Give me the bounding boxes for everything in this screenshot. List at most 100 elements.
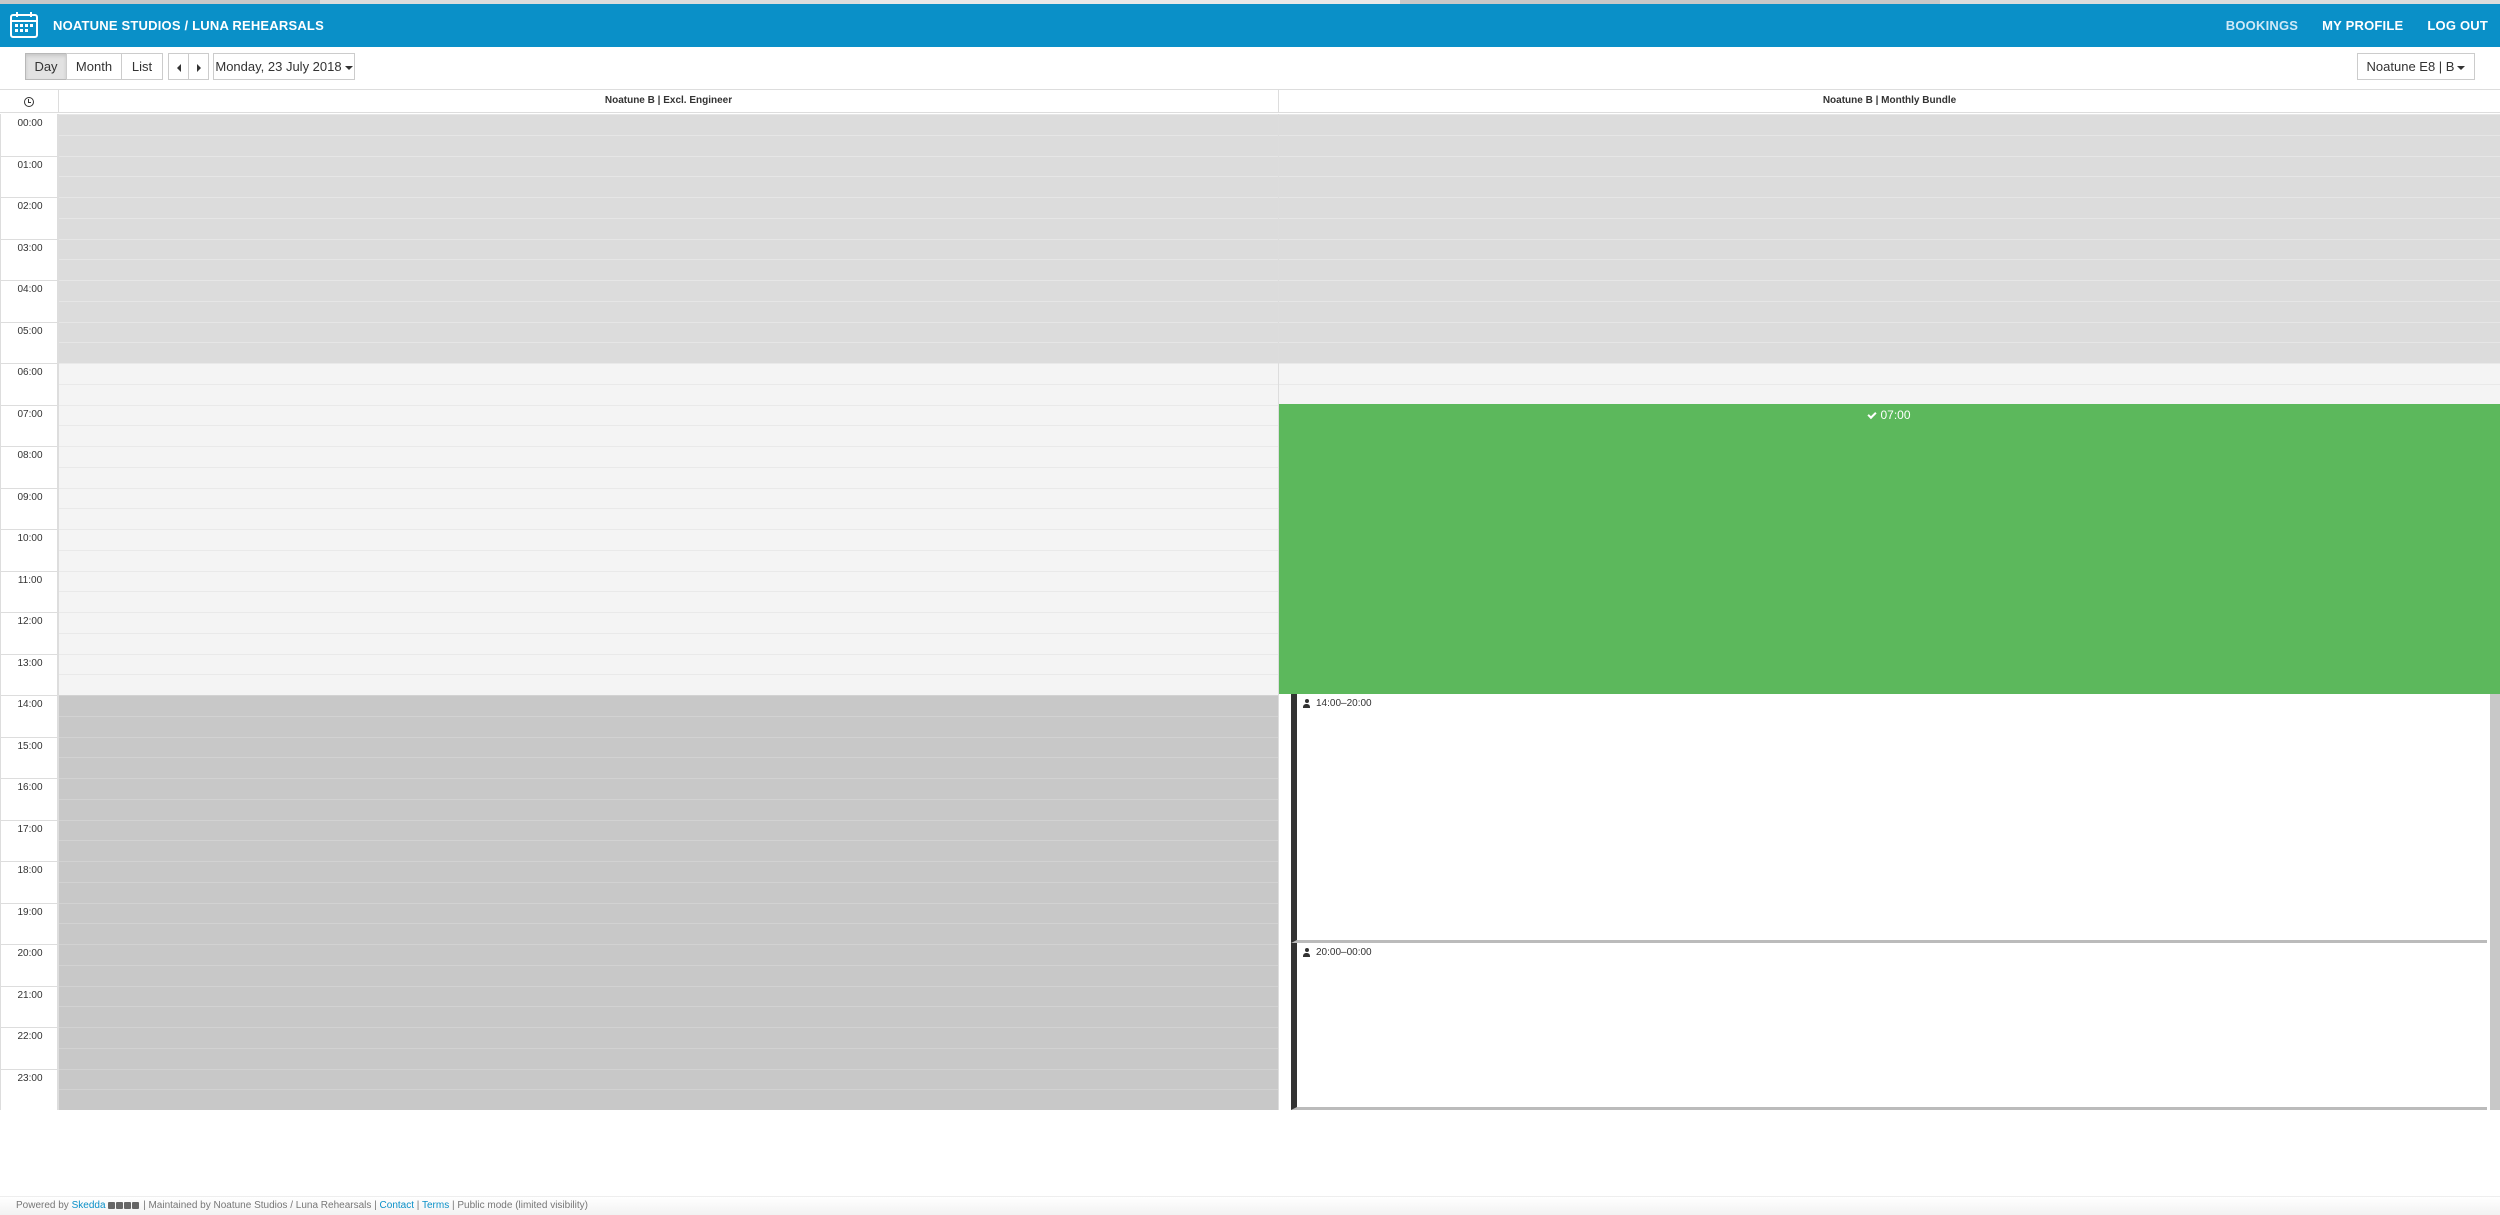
slot-divider <box>59 466 1278 468</box>
linkedin-icon[interactable] <box>132 1201 140 1209</box>
slot-divider <box>1279 383 2500 385</box>
slot-divider <box>59 570 1278 572</box>
open-hours-band <box>1279 363 2500 405</box>
chevron-down-icon <box>344 65 353 70</box>
column-header-monthly-bundle: Noatune B | Monthly Bundle <box>1278 90 2500 113</box>
checkmark-icon <box>1867 409 1878 420</box>
slot-divider <box>59 508 1278 510</box>
hour-divider <box>1 1027 59 1028</box>
booking-slot-label: 14:00–20:00 <box>1303 698 1372 709</box>
date-label: Monday, 23 July 2018 <box>215 59 342 74</box>
slot-divider <box>59 363 1278 364</box>
slot-divider <box>59 1047 1278 1049</box>
slot-divider <box>59 300 1278 302</box>
next-day-button[interactable] <box>188 53 209 80</box>
terms-link[interactable]: Terms <box>422 1200 449 1211</box>
hour-divider <box>1 570 59 572</box>
slot-divider <box>59 280 1278 281</box>
slot-divider <box>59 176 1278 178</box>
time-label: 22:00 <box>17 1031 43 1042</box>
time-label: 16:00 <box>17 782 43 793</box>
time-label: 20:00 <box>17 948 43 959</box>
hour-divider <box>1 197 59 198</box>
booked-block-label: 07:00 <box>1279 408 2500 422</box>
nav-my-profile[interactable]: MY PROFILE <box>2310 18 2415 33</box>
booked-block[interactable]: 07:00 <box>1279 404 2500 694</box>
hour-divider <box>1 612 59 613</box>
slot-divider <box>1279 280 2500 281</box>
time-label: 14:00 <box>17 699 43 710</box>
slot-divider <box>59 757 1278 759</box>
date-picker-button[interactable]: Monday, 23 July 2018 <box>213 53 355 80</box>
nav-log-out[interactable]: LOG OUT <box>2415 18 2500 33</box>
hour-divider <box>1 736 59 738</box>
booking-slot-afternoon[interactable]: 14:00–20:00 <box>1291 694 2487 943</box>
twitter-icon[interactable] <box>108 1201 116 1209</box>
slot-divider <box>59 197 1278 198</box>
slot-divider <box>59 591 1278 593</box>
slot-divider <box>1279 259 2500 261</box>
time-label: 08:00 <box>17 450 43 461</box>
slot-divider <box>1279 342 2500 344</box>
time-column-header <box>0 90 58 113</box>
slot-divider <box>59 674 1278 676</box>
hour-divider <box>1 778 59 779</box>
skedda-link[interactable]: Skedda <box>72 1200 106 1211</box>
facebook-icon[interactable] <box>116 1201 124 1209</box>
calendar-logo-icon[interactable] <box>9 10 39 40</box>
user-icon <box>1303 699 1310 708</box>
slot-divider <box>59 155 1278 157</box>
slot-divider <box>1279 321 2500 323</box>
slot-divider <box>59 342 1278 344</box>
clock-icon <box>24 96 34 107</box>
user-icon <box>1303 948 1310 957</box>
slot-divider <box>59 383 1278 385</box>
hour-divider <box>1 487 59 489</box>
view-month-button[interactable]: Month <box>66 53 122 80</box>
booking-slot-time: 20:00–00:00 <box>1316 947 1372 958</box>
booking-slot-label: 20:00–00:00 <box>1303 947 1372 958</box>
contact-link[interactable]: Contact <box>380 1200 414 1211</box>
space-select-dropdown[interactable]: Noatune E8 | B <box>2357 53 2475 80</box>
time-label: 19:00 <box>17 906 43 918</box>
main-nav: BOOKINGS MY PROFILE LOG OUT <box>2214 18 2500 33</box>
footer-maintained: | Maintained by Noatune Studios / Luna R… <box>143 1200 377 1211</box>
time-label: 07:00 <box>17 408 43 420</box>
brand-title[interactable]: NOATUNE STUDIOS / LUNA REHEARSALS <box>53 18 324 33</box>
footer-separator: | <box>416 1200 420 1211</box>
booking-slot-evening[interactable]: 20:00–00:00 <box>1291 943 2487 1110</box>
time-label: 09:00 <box>17 491 43 503</box>
day-calendar: Noatune B | Excl. Engineer Noatune B | M… <box>0 89 2500 1198</box>
time-label: 03:00 <box>17 242 43 254</box>
slot-divider <box>59 529 1278 530</box>
time-label: 17:00 <box>17 823 43 835</box>
nav-bookings[interactable]: BOOKINGS <box>2214 18 2310 33</box>
footer: Powered by Skedda | Maintained by Noatun… <box>0 1196 2500 1215</box>
time-label: 12:00 <box>17 616 43 627</box>
slot-divider <box>59 653 1278 655</box>
column-excl-engineer[interactable] <box>58 114 1278 1110</box>
googleplus-icon[interactable] <box>124 1201 132 1209</box>
prev-day-button[interactable] <box>168 53 189 80</box>
time-label: 11:00 <box>17 574 43 586</box>
hour-divider <box>1 404 59 406</box>
space-select-label: Noatune E8 | B <box>2366 59 2455 74</box>
slot-divider <box>1279 238 2500 240</box>
hour-divider <box>1 695 59 696</box>
slot-divider <box>59 134 1278 136</box>
time-label: 23:00 <box>17 1072 43 1084</box>
view-list-button[interactable]: List <box>121 53 163 80</box>
column-monthly-bundle[interactable]: 07:00 14:00–20:00 20:00–00:00 <box>1278 114 2500 1110</box>
chevron-right-icon <box>196 63 201 72</box>
time-label: 05:00 <box>17 325 43 337</box>
column-header-excl-engineer: Noatune B | Excl. Engineer <box>58 90 1278 113</box>
slot-divider <box>59 819 1278 821</box>
slot-divider <box>59 840 1278 842</box>
closed-hours-band <box>1279 114 2500 363</box>
slot-divider <box>1279 300 2500 302</box>
slot-divider <box>59 446 1278 447</box>
hour-divider <box>1 861 59 862</box>
slot-divider <box>59 881 1278 883</box>
view-day-button[interactable]: Day <box>25 53 67 80</box>
slot-divider <box>59 487 1278 489</box>
